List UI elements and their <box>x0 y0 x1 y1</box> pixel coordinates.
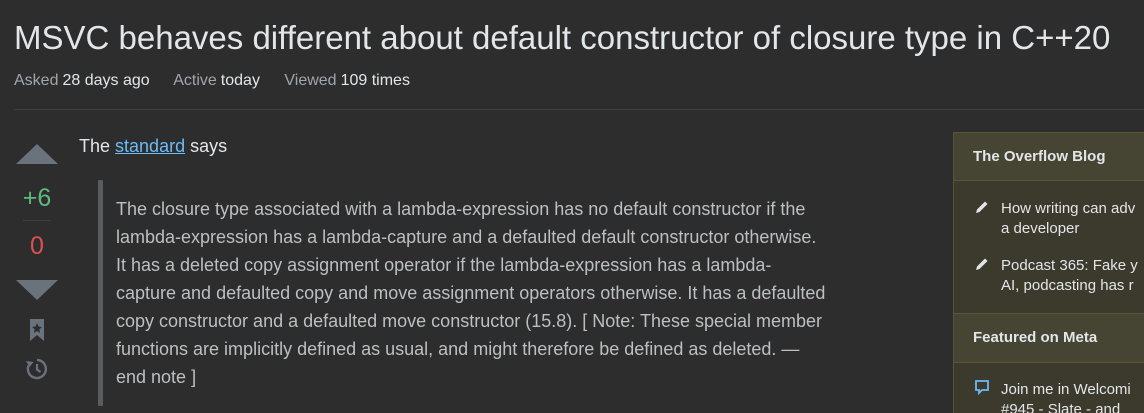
blockquote-bar <box>98 180 103 406</box>
sidebar-widget: The Overflow Blog How writing can adv a … <box>953 132 1144 413</box>
header-divider <box>14 109 1144 110</box>
featured-meta-heading: Featured on Meta <box>954 313 1144 363</box>
quote-line: lambda-expression has a lambda-capture a… <box>116 227 817 247</box>
intro-text-after: says <box>185 136 228 156</box>
history-icon[interactable] <box>25 357 49 381</box>
blog-item-1[interactable]: How writing can adv a developer <box>1001 199 1144 239</box>
quote-line: It has a deleted copy assignment operato… <box>116 255 772 275</box>
standard-link[interactable]: standard <box>115 136 185 156</box>
pencil-icon <box>976 258 988 270</box>
meta-item-1[interactable]: Join me in Welcomi #945 - Slate - and <box>1001 380 1144 413</box>
upvote-arrow-icon[interactable] <box>16 144 58 164</box>
viewed-value: 109 times <box>340 72 410 89</box>
quote-line: capture and defaulted copy and move assi… <box>116 283 826 303</box>
blog-item-2-line2: AI, podcasting has r <box>1001 277 1134 294</box>
quote-line: functions are implicitly defined as usua… <box>116 339 800 359</box>
meta-item-1-line2: #945 - Slate - and <box>1001 401 1121 413</box>
blog-item-1-line2: a developer <box>1001 220 1080 237</box>
meta-item-1-line1: Join me in Welcomi <box>1001 381 1131 398</box>
blog-item-2[interactable]: Podcast 365: Fake y AI, podcasting has r <box>1001 256 1144 296</box>
quote-line: copy constructor and a defaulted move co… <box>116 311 823 331</box>
question-meta: Asked 28 days ago Active today Viewed 109 t… <box>14 71 430 91</box>
asked-label: Asked <box>14 72 59 89</box>
asked-value: 28 days ago <box>62 72 150 89</box>
blog-item-1-line1: How writing can adv <box>1001 200 1136 217</box>
question-page: MSVC behaves different about default con… <box>0 0 1144 413</box>
question-title[interactable]: MSVC behaves different about default con… <box>14 14 1110 62</box>
active-value[interactable]: today <box>221 72 260 89</box>
intro-text-before: The <box>79 136 116 156</box>
bookmark-icon[interactable] <box>28 318 46 342</box>
downvote-arrow-icon[interactable] <box>16 280 58 300</box>
vote-separator <box>23 220 51 221</box>
post-intro: The standard says <box>79 134 227 158</box>
quote-line: The closure type associated with a lambd… <box>116 199 806 219</box>
blog-item-2-line1: Podcast 365: Fake y <box>1001 257 1138 274</box>
viewed-label: Viewed <box>284 72 337 89</box>
vote-score-up: +6 <box>22 184 52 212</box>
pencil-icon <box>976 201 988 213</box>
active-label: Active <box>173 72 217 89</box>
quote-line: end note ] <box>116 367 197 387</box>
chat-icon <box>975 380 989 395</box>
vote-score-down: 0 <box>30 232 44 260</box>
blockquote: The closure type associated with a lambd… <box>116 195 876 391</box>
overflow-blog-heading: The Overflow Blog <box>954 133 1144 181</box>
